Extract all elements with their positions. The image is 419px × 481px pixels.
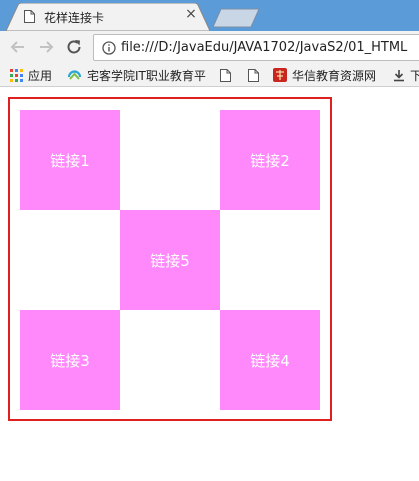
back-arrow-icon[interactable] xyxy=(8,37,28,57)
bookmark-page-2[interactable] xyxy=(248,66,264,84)
link-card-5[interactable]: 链接5 xyxy=(120,210,220,310)
url-text: file:///D:/JavaEdu/JAVA1702/JavaS2/01_HT… xyxy=(121,40,408,55)
address-bar[interactable]: file:///D:/JavaEdu/JAVA1702/JavaS2/01_HT… xyxy=(93,34,419,61)
circle-logo-icon xyxy=(67,70,82,80)
link-card-2[interactable]: 链接2 xyxy=(220,110,320,210)
link-card-container: 链接1 链接2 链接5 链接3 链接4 xyxy=(8,97,332,421)
document-icon xyxy=(248,68,259,82)
bookmark-label: 下 xyxy=(410,67,419,84)
bookmark-label: 宅客学院IT职业教育平 xyxy=(87,68,206,83)
link-card-3[interactable]: 链接3 xyxy=(20,310,120,410)
bookmark-zhaike[interactable]: 宅客学院IT职业教育平 xyxy=(67,66,206,84)
link-card-1[interactable]: 链接1 xyxy=(20,110,120,210)
bookmark-huaxin[interactable]: 华信教育资源网 xyxy=(273,66,376,84)
page-viewport: 链接1 链接2 链接5 链接3 链接4 xyxy=(0,88,419,481)
bookmark-download[interactable]: 下 xyxy=(393,66,419,84)
download-icon xyxy=(394,69,404,81)
tab-strip: 花样连接卡 × xyxy=(0,0,419,31)
bookmarks-bar: 应用 宅客学院IT职业教育平 华信教育资源网 下 xyxy=(0,63,419,87)
new-tab-button[interactable] xyxy=(213,8,259,28)
document-icon xyxy=(220,68,231,82)
link-card-4[interactable]: 链接4 xyxy=(220,310,320,410)
tab-title: 花样连接卡 xyxy=(44,11,105,25)
document-icon xyxy=(24,10,35,23)
tab-close-button[interactable]: × xyxy=(184,6,198,22)
bookmark-page-1[interactable] xyxy=(220,66,236,84)
active-tab[interactable] xyxy=(6,3,210,31)
reload-icon[interactable] xyxy=(64,37,84,57)
bookmark-label: 华信教育资源网 xyxy=(292,68,377,83)
browser-toolbar: file:///D:/JavaEdu/JAVA1702/JavaS2/01_HT… xyxy=(0,31,419,63)
forward-arrow-icon[interactable] xyxy=(36,37,56,57)
red-logo-icon xyxy=(273,68,287,82)
info-icon[interactable] xyxy=(102,41,116,55)
apps-grid-icon xyxy=(10,68,23,82)
bookmark-label: 应用 xyxy=(28,68,53,83)
bookmark-apps[interactable]: 应用 xyxy=(10,66,52,84)
